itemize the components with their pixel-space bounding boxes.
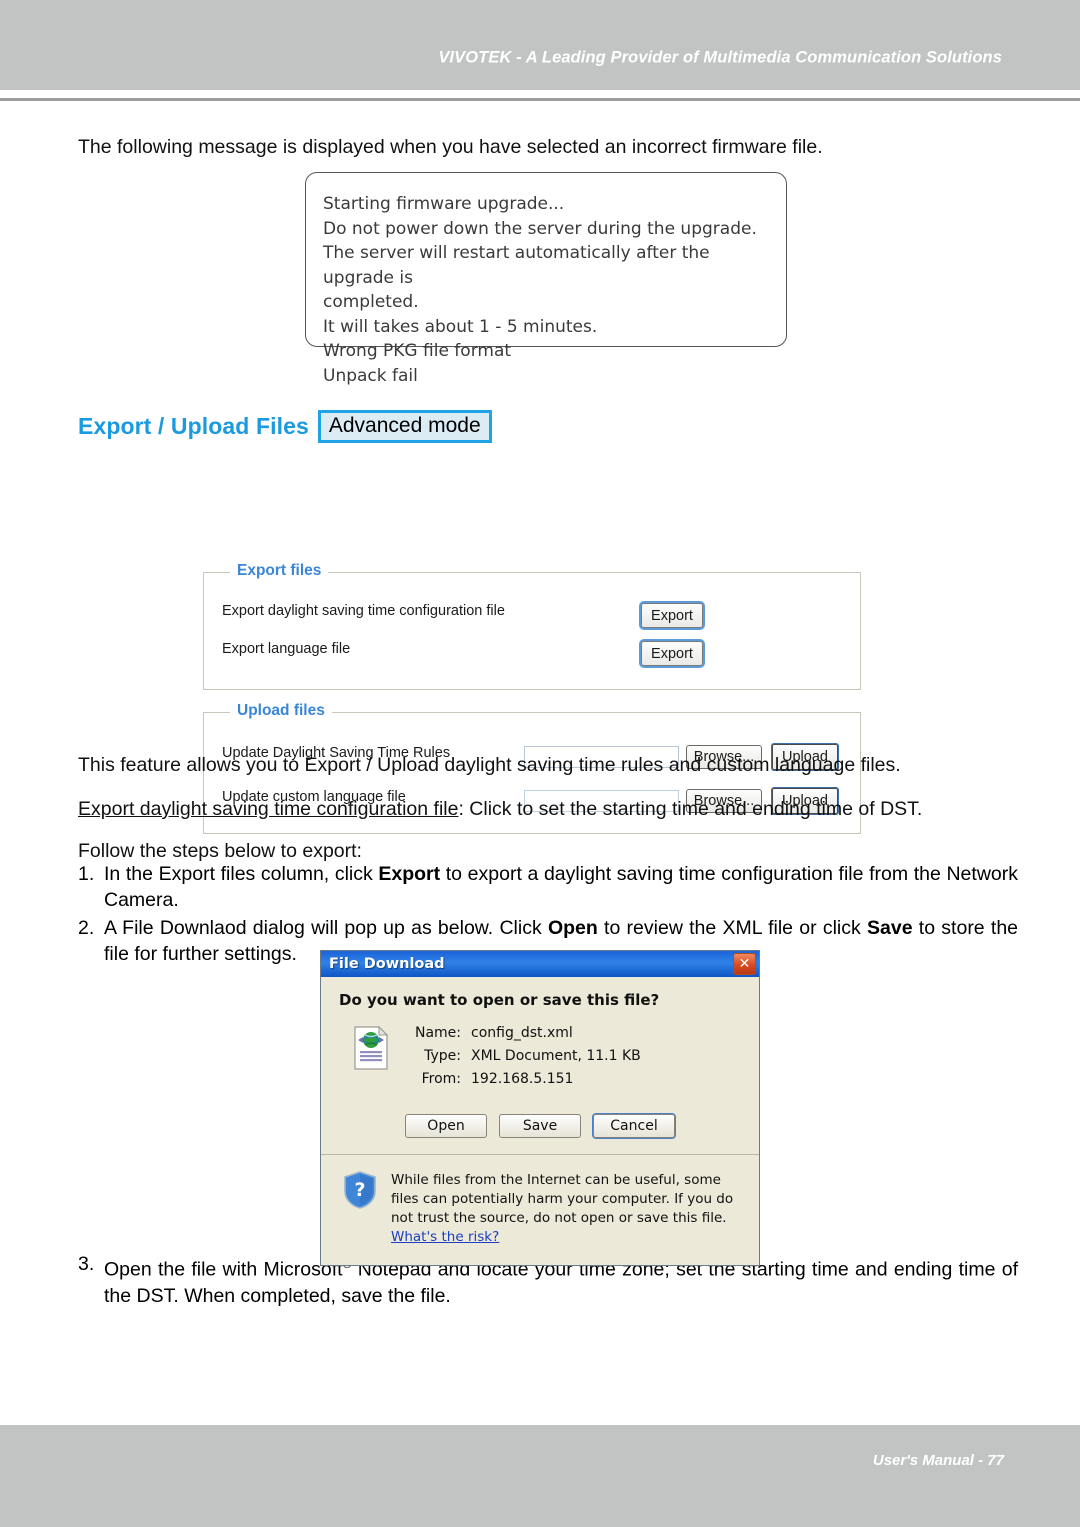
- feature-description: This feature allows you to Export / Uplo…: [78, 752, 1018, 778]
- file-from-row: From: 192.168.5.151: [409, 1071, 641, 1087]
- page-header-band: [0, 0, 1080, 90]
- intro-paragraph: The following message is displayed when …: [78, 136, 823, 158]
- file-from-key: From:: [421, 1071, 461, 1087]
- page-footer-title: User's Manual - 77: [872, 1452, 1004, 1469]
- export-dst-button[interactable]: Export: [639, 601, 705, 630]
- export-dst-row: Export daylight saving time configuratio…: [222, 603, 850, 619]
- message-line: Wrong PKG file format: [323, 341, 512, 361]
- open-button[interactable]: Open: [405, 1114, 487, 1138]
- dialog-file-info: Name: config_dst.xml Type: XML Document,…: [339, 1025, 741, 1094]
- xml-document-icon: [354, 1025, 389, 1070]
- step-bold-export: Export: [378, 863, 441, 885]
- advanced-mode-badge: Advanced mode: [317, 410, 492, 444]
- export-files-panel: Export files Export daylight saving time…: [203, 562, 861, 690]
- shield-question-icon: ?: [344, 1171, 376, 1209]
- dialog-warning-text: While files from the Internet can be use…: [391, 1171, 741, 1247]
- file-download-dialog: File Download ✕ Do you want to open or s…: [320, 950, 760, 1266]
- export-language-label: Export language file: [222, 641, 351, 657]
- close-icon[interactable]: ✕: [733, 953, 756, 975]
- file-type-row: Type: XML Document, 11.1 KB: [409, 1048, 641, 1064]
- file-name-key: Name:: [414, 1025, 461, 1041]
- whats-the-risk-link[interactable]: What's the risk?: [391, 1229, 499, 1245]
- feature-paragraph: This feature allows you to Export / Uplo…: [78, 754, 901, 776]
- message-line: Do not power down the server during the …: [323, 218, 757, 239]
- page-title: Export / Upload Files: [78, 413, 309, 440]
- step-bold-open: Open: [547, 917, 598, 939]
- export-definition-paragraph: Export daylight saving time configuratio…: [78, 796, 1018, 822]
- dialog-question: Do you want to open or save this file?: [339, 991, 660, 1009]
- step-number: 1.: [78, 863, 95, 885]
- step-bold-save: Save: [867, 917, 913, 939]
- file-type-value: XML Document, 11.1 KB: [471, 1048, 641, 1064]
- save-button[interactable]: Save: [499, 1114, 581, 1138]
- export-definition: Export daylight saving time configuratio…: [78, 796, 1018, 822]
- dialog-warning: ? While files from the Internet can be u…: [321, 1155, 759, 1265]
- firmware-message-lines: Starting firmware upgrade... Do not powe…: [323, 192, 774, 388]
- message-line: Unpack fail: [323, 365, 418, 386]
- header-divider-rule: [0, 98, 1080, 101]
- step-item-1: 1. In the Export files column, click Expo…: [78, 861, 1018, 913]
- firmware-message-box: Starting firmware upgrade... Do not powe…: [305, 172, 787, 386]
- svg-text:?: ?: [354, 1179, 365, 1201]
- dialog-titlebar: File Download ✕: [321, 951, 759, 977]
- step-number: 2.: [78, 917, 95, 939]
- dialog-body: Do you want to open or save this file? N…: [321, 977, 759, 1154]
- cancel-button[interactable]: Cancel: [593, 1114, 675, 1138]
- step-text-b: to review the XML file or click: [597, 917, 868, 939]
- step-number: 3.: [78, 1253, 95, 1275]
- dialog-button-row: Open Save Cancel: [339, 1094, 741, 1154]
- step-text-a: A File Downlaod dialog will pop up as be…: [104, 917, 548, 939]
- message-line: It will takes about 1 - 5 minutes.: [323, 316, 598, 337]
- export-definition-term: Export daylight saving time configuratio…: [78, 798, 459, 820]
- file-name-row: Name: config_dst.xml: [409, 1025, 641, 1041]
- export-language-button[interactable]: Export: [639, 639, 705, 668]
- export-files-legend: Export files: [230, 562, 329, 580]
- export-definition-rest: : Click to set the starting time and end…: [458, 798, 923, 820]
- page-footer-band: [0, 1425, 1080, 1527]
- export-language-row: Export language file: [222, 641, 850, 657]
- file-type-key: Type:: [424, 1048, 461, 1064]
- file-from-value: 192.168.5.151: [471, 1071, 574, 1087]
- step-text-a: In the Export files column, click: [104, 863, 379, 885]
- message-line: Starting firmware upgrade...: [323, 194, 565, 214]
- dialog-file-fields: Name: config_dst.xml Type: XML Document,…: [409, 1025, 641, 1094]
- upload-files-legend: Upload files: [230, 702, 332, 720]
- step-text-a: Open the file with Microsoft: [104, 1258, 343, 1281]
- section-heading: Export / Upload Files Advanced mode: [78, 410, 492, 444]
- file-name-value: config_dst.xml: [471, 1025, 573, 1041]
- message-line: The server will restart automatically af…: [323, 243, 710, 312]
- export-dst-label: Export daylight saving time configuratio…: [222, 603, 505, 619]
- warning-body: While files from the Internet can be use…: [391, 1172, 734, 1226]
- dialog-title: File Download: [329, 956, 445, 972]
- page-header-title: VIVOTEK - A Leading Provider of Multimed…: [438, 48, 1002, 67]
